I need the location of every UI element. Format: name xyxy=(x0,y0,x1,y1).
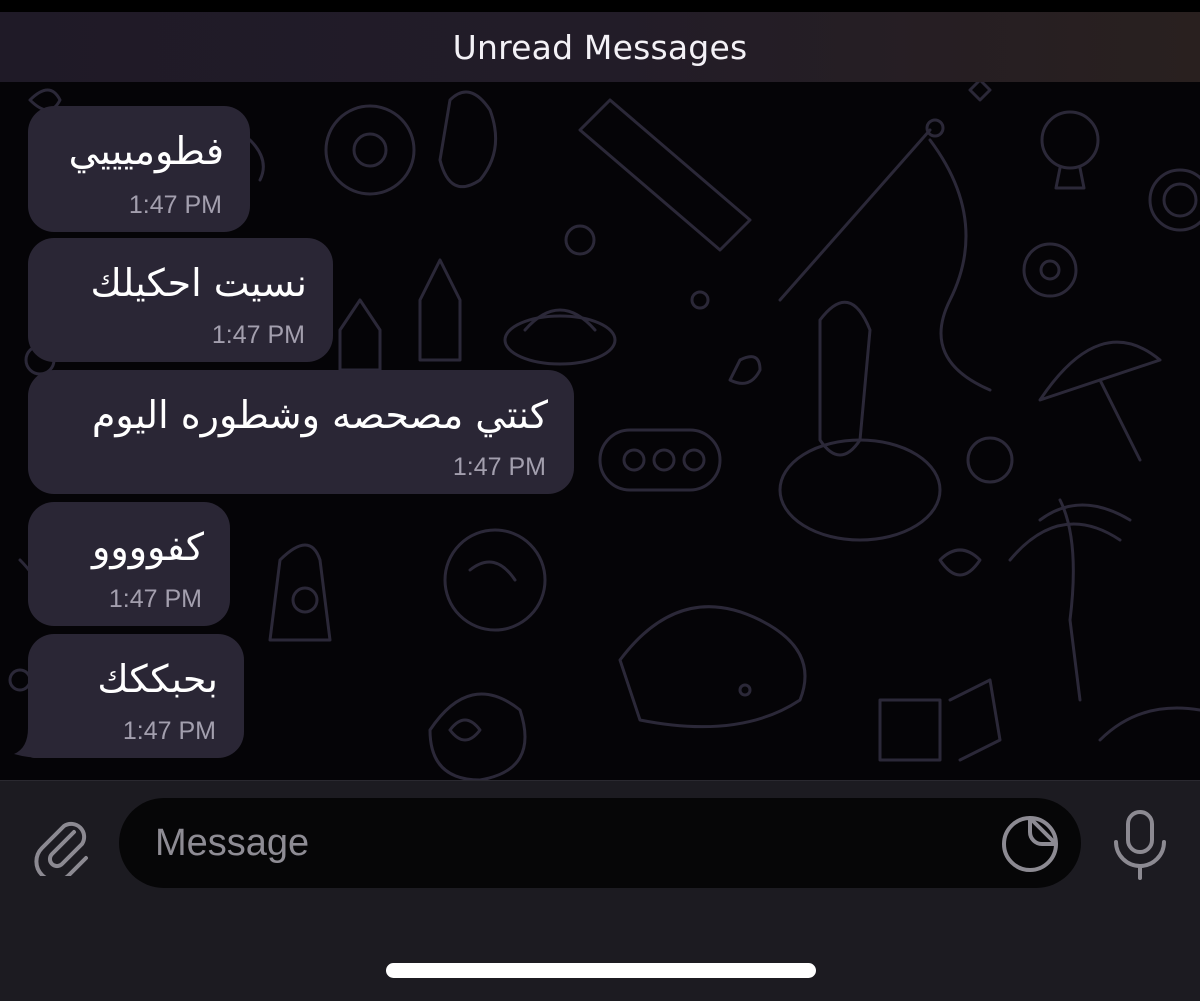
microphone-icon[interactable] xyxy=(1110,808,1170,880)
message-input-container xyxy=(119,798,1081,888)
message-text: كفوووو xyxy=(92,525,204,569)
message-bubble[interactable]: بحبككك 1:47 PM xyxy=(28,634,244,758)
message-time: 1:47 PM xyxy=(108,585,202,613)
bubble-tail xyxy=(14,728,44,758)
chat-screen: Unread Messages فطوميييي 1:47 PM نسيت اح… xyxy=(0,0,1200,1001)
message-text: بحبككك xyxy=(97,657,218,701)
message-text: نسيت احكيلك xyxy=(90,261,307,305)
paperclip-icon[interactable] xyxy=(30,814,92,876)
message-time: 1:47 PM xyxy=(122,717,216,745)
message-bubble[interactable]: نسيت احكيلك 1:47 PM xyxy=(28,238,333,362)
message-bubble[interactable]: فطوميييي 1:47 PM xyxy=(28,106,250,232)
home-indicator[interactable] xyxy=(386,963,816,978)
sticker-icon[interactable] xyxy=(1000,814,1060,874)
unread-messages-banner: Unread Messages xyxy=(0,12,1200,82)
message-time: 1:47 PM xyxy=(128,191,222,219)
message-bubble[interactable]: كنتي مصحصه وشطوره اليوم 1:47 PM xyxy=(28,370,574,494)
message-text: فطوميييي xyxy=(68,129,224,173)
message-bubble[interactable]: كفوووو 1:47 PM xyxy=(28,502,230,626)
message-time: 1:47 PM xyxy=(452,453,546,481)
message-text: كنتي مصحصه وشطوره اليوم xyxy=(91,393,548,437)
message-input[interactable] xyxy=(155,798,995,888)
status-area xyxy=(0,0,1200,12)
message-time: 1:47 PM xyxy=(211,321,305,349)
